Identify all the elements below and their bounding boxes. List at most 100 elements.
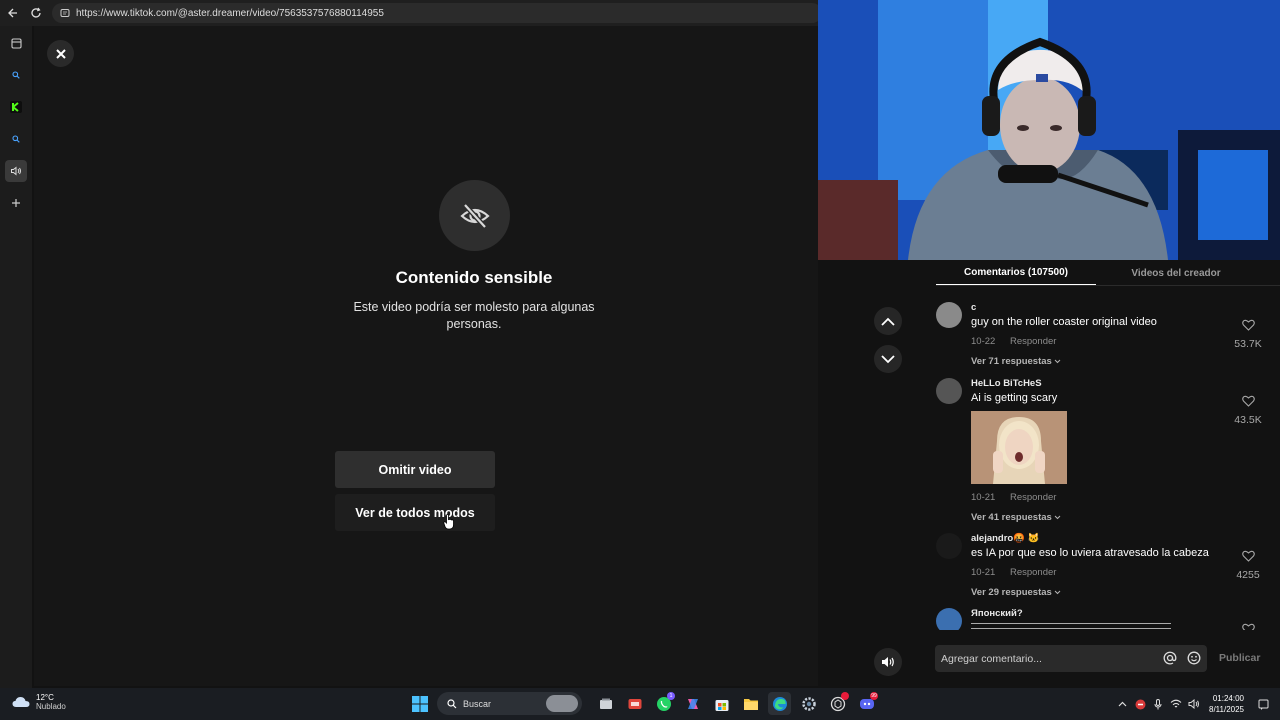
taskbar-search-label: Buscar (463, 698, 492, 709)
tabs-divider (936, 285, 1280, 286)
weather-widget[interactable]: 12°C Nublado (12, 693, 66, 711)
chevron-up-icon (881, 317, 895, 326)
search-highlight-image (546, 695, 578, 712)
microsoft-store-icon[interactable] (710, 692, 733, 715)
search-icon (447, 698, 457, 708)
video-viewer: Contenido sensible Este video podría ser… (34, 26, 820, 686)
like-button[interactable]: 4255 (1232, 549, 1264, 581)
kick-tab-icon[interactable] (5, 96, 27, 118)
notification-dot (841, 692, 849, 700)
browser-sidebar (0, 26, 32, 688)
reply-button[interactable]: Responder (1010, 567, 1056, 578)
search-tab-icon[interactable] (5, 64, 27, 86)
emoji-icon[interactable] (1187, 651, 1201, 665)
taskbar-apps: Buscar 1 99 (408, 692, 878, 715)
comment-username[interactable]: HeLLo BiTcHeS (971, 378, 1231, 389)
comment-date: 10-21 (971, 492, 996, 503)
comment-item: HeLLo BiTcHeS Ai is getting scary 10-21 (936, 378, 1266, 523)
tab-comments[interactable]: Comentarios (107500) (936, 260, 1096, 286)
publish-button[interactable]: Publicar (1219, 652, 1260, 664)
like-button[interactable]: 43.5K (1232, 394, 1264, 426)
whatsapp-badge: 1 (667, 692, 675, 700)
comment-input[interactable]: Agregar comentario... (935, 645, 1207, 672)
reply-button[interactable]: Responder (1010, 336, 1056, 347)
weather-temperature: 12°C (36, 693, 54, 702)
cloud-icon (12, 697, 30, 707)
edge-icon[interactable] (768, 692, 791, 715)
hidden-content-badge (439, 180, 510, 251)
comment-item: c guy on the roller coaster original vid… (936, 302, 1266, 372)
avatar[interactable] (936, 302, 962, 328)
hand-cursor-icon (443, 514, 454, 530)
app-tray-icon[interactable] (1131, 699, 1149, 710)
weather-condition: Nublado (36, 702, 66, 711)
next-video-button[interactable] (874, 345, 902, 373)
new-tab-icon[interactable] (5, 192, 27, 214)
site-info-icon[interactable] (60, 8, 70, 18)
whatsapp-icon[interactable]: 1 (652, 692, 675, 715)
url-text: https://www.tiktok.com/@aster.dreamer/vi… (76, 7, 384, 19)
back-icon[interactable] (0, 1, 24, 25)
watch-anyway-button[interactable]: Ver de todos modos (335, 494, 495, 531)
volume-icon (882, 657, 894, 667)
clock[interactable]: 01:24:00 8/11/2025 (1209, 693, 1244, 715)
skip-video-button[interactable]: Omitir video (335, 451, 495, 488)
copilot-icon[interactable] (681, 692, 704, 715)
comment-item: Японский? (936, 608, 1266, 630)
start-button[interactable] (408, 692, 431, 715)
settings-gear-icon[interactable] (797, 692, 820, 715)
like-button[interactable]: 53.7K (1232, 318, 1264, 350)
view-replies-button[interactable]: Ver 71 respuestas (971, 356, 1231, 367)
search-tab-icon-2[interactable] (5, 128, 27, 150)
comment-username[interactable]: alejandro🤬 🐱 (971, 533, 1231, 544)
speaker-icon[interactable] (1185, 699, 1203, 709)
system-tray: 01:24:00 8/11/2025 (1113, 688, 1280, 720)
audio-tab-icon[interactable] (5, 160, 27, 182)
chatgpt-icon[interactable] (826, 692, 849, 715)
clock-time: 01:24:00 (1212, 694, 1244, 703)
heart-icon (1241, 319, 1255, 331)
chevron-up-icon[interactable] (1113, 701, 1131, 707)
screen: https://www.tiktok.com/@aster.dreamer/vi… (0, 0, 1280, 720)
comment-composer: Agregar comentario... Publicar (818, 644, 1280, 680)
refresh-icon[interactable] (24, 1, 48, 25)
chevron-down-icon (1055, 590, 1061, 595)
tab-creator-videos[interactable]: Videos del creador (1096, 260, 1256, 286)
view-replies-button[interactable]: Ver 41 respuestas (971, 512, 1231, 523)
notification-bell-icon[interactable] (1254, 699, 1272, 710)
microphone-icon[interactable] (1149, 698, 1167, 710)
app-red-icon[interactable] (623, 692, 646, 715)
wifi-icon[interactable] (1167, 699, 1185, 709)
comments-panel: Comentarios (107500) Videos del creador … (818, 260, 1280, 688)
volume-button[interactable] (874, 648, 902, 676)
discord-icon[interactable]: 99 (855, 692, 878, 715)
reply-button[interactable]: Responder (1010, 492, 1056, 503)
previous-video-button[interactable] (874, 307, 902, 335)
view-replies-button[interactable]: Ver 29 respuestas (971, 587, 1231, 598)
view-replies-label: Ver 71 respuestas (971, 356, 1052, 367)
comment-date: 10-22 (971, 336, 996, 347)
sensitive-description: Este video podría ser molesto para algun… (353, 300, 595, 331)
heart-icon (1241, 395, 1255, 407)
comment-username[interactable]: c (971, 302, 1231, 313)
chevron-down-icon (881, 354, 895, 363)
tab-actions-icon[interactable] (5, 32, 27, 54)
avatar[interactable] (936, 378, 962, 404)
comment-image[interactable] (971, 411, 1067, 484)
comment-username[interactable]: Японский? (971, 608, 1231, 619)
like-button[interactable] (1232, 622, 1264, 630)
avatar[interactable] (936, 533, 962, 559)
close-button[interactable] (47, 40, 74, 67)
address-bar[interactable]: https://www.tiktok.com/@aster.dreamer/vi… (52, 3, 822, 23)
windows-taskbar: 12°C Nublado Buscar 1 99 01:24:00 8/11/2… (0, 688, 1280, 720)
taskbar-search[interactable]: Buscar (437, 692, 582, 715)
mention-icon[interactable] (1163, 651, 1177, 665)
avatar[interactable] (936, 608, 962, 630)
eye-off-icon (459, 202, 490, 229)
windows-logo-icon (411, 695, 428, 712)
heart-icon (1241, 550, 1255, 562)
file-explorer-icon[interactable] (739, 692, 762, 715)
task-view-icon[interactable] (594, 692, 617, 715)
heart-icon (1241, 623, 1255, 630)
like-count: 53.7K (1234, 338, 1262, 350)
